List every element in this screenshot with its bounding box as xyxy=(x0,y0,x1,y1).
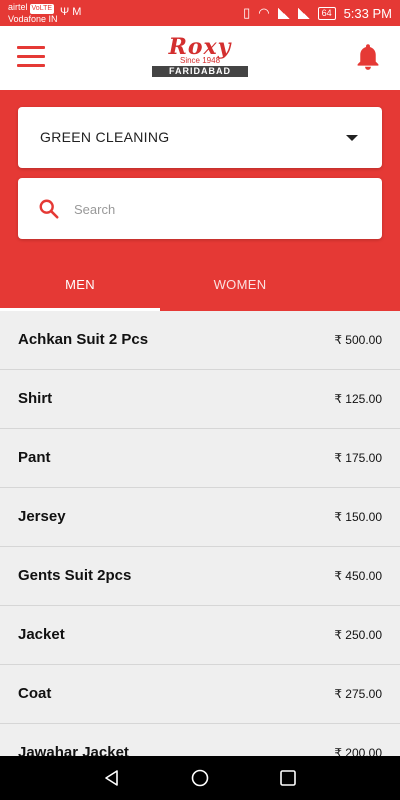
search-box xyxy=(18,178,382,239)
signal-icon-1 xyxy=(277,7,290,19)
vibrate-icon: ▯ xyxy=(243,5,251,20)
list-item[interactable]: Achkan Suit 2 Pcs ₹ 500.00 xyxy=(0,311,400,370)
list-item[interactable]: Jawahar Jacket ₹ 200.00 xyxy=(0,724,400,756)
logo-wordmark: Roxy xyxy=(168,34,232,60)
service-dropdown[interactable]: GREEN CLEANING xyxy=(18,107,382,168)
back-icon[interactable] xyxy=(102,768,122,788)
system-nav-bar xyxy=(0,756,400,800)
recent-apps-icon[interactable] xyxy=(279,769,297,787)
item-name: Jacket xyxy=(18,626,65,643)
list-item[interactable]: Coat ₹ 275.00 xyxy=(0,665,400,724)
item-price: ₹ 150.00 xyxy=(334,510,382,524)
app-bar: Roxy Since 1948 FARIDABAD xyxy=(0,26,400,90)
item-price: ₹ 125.00 xyxy=(334,392,382,406)
search-icon xyxy=(39,199,59,219)
volte-badge: VoLTE xyxy=(29,4,55,14)
item-name: Shirt xyxy=(18,390,53,407)
item-price: ₹ 450.00 xyxy=(334,569,382,583)
carrier-info: airtel VoLTE Vodafone IN xyxy=(8,2,58,24)
notification-icons: Ψ M xyxy=(60,6,82,18)
item-name: Jawahar Jacket xyxy=(18,744,129,756)
item-name: Achkan Suit 2 Pcs xyxy=(18,331,149,348)
filter-panel: GREEN CLEANING MEN WOMEN xyxy=(0,90,400,311)
search-input[interactable] xyxy=(74,196,364,222)
list-item[interactable]: Shirt ₹ 125.00 xyxy=(0,370,400,429)
item-price: ₹ 200.00 xyxy=(334,746,382,756)
battery-icon: 64 xyxy=(317,6,336,20)
item-name: Jersey xyxy=(18,508,66,525)
item-name: Coat xyxy=(18,685,52,702)
list-item[interactable]: Jacket ₹ 250.00 xyxy=(0,606,400,665)
item-price: ₹ 175.00 xyxy=(334,451,382,465)
item-name: Gents Suit 2pcs xyxy=(18,567,132,584)
list-item[interactable]: Jersey ₹ 150.00 xyxy=(0,488,400,547)
home-icon[interactable] xyxy=(190,768,210,788)
caret-down-icon xyxy=(346,135,358,141)
wifi-icon: ◠ xyxy=(258,5,270,20)
system-icons: ▯ ◠ 64 5:33 PM xyxy=(243,5,392,21)
item-price: ₹ 275.00 xyxy=(334,687,382,701)
dropdown-selected: GREEN CLEANING xyxy=(40,129,170,145)
bell-icon[interactable] xyxy=(354,42,382,72)
item-name: Pant xyxy=(18,449,51,466)
roxy-logo: Roxy Since 1948 FARIDABAD xyxy=(150,36,250,80)
price-list: Achkan Suit 2 Pcs ₹ 500.00 Shirt ₹ 125.0… xyxy=(0,311,400,756)
clock: 5:33 PM xyxy=(343,5,392,21)
list-item[interactable]: Pant ₹ 175.00 xyxy=(0,429,400,488)
signal-icon-2 xyxy=(297,7,310,19)
logo-city: FARIDABAD xyxy=(152,66,248,77)
list-item[interactable]: Gents Suit 2pcs ₹ 450.00 xyxy=(0,547,400,606)
carrier-secondary: Vodafone IN xyxy=(8,14,58,24)
carrier-primary: airtel xyxy=(8,2,28,12)
hamburger-icon[interactable] xyxy=(17,46,45,68)
status-bar: airtel VoLTE Vodafone IN Ψ M ▯ ◠ 64 5:33 … xyxy=(0,0,400,26)
tab-men[interactable]: MEN xyxy=(0,261,160,311)
category-tabs: MEN WOMEN xyxy=(0,261,400,311)
tab-women[interactable]: WOMEN xyxy=(160,261,320,311)
item-price: ₹ 250.00 xyxy=(334,628,382,642)
logo-since: Since 1948 xyxy=(179,56,221,65)
item-price: ₹ 500.00 xyxy=(334,333,382,347)
